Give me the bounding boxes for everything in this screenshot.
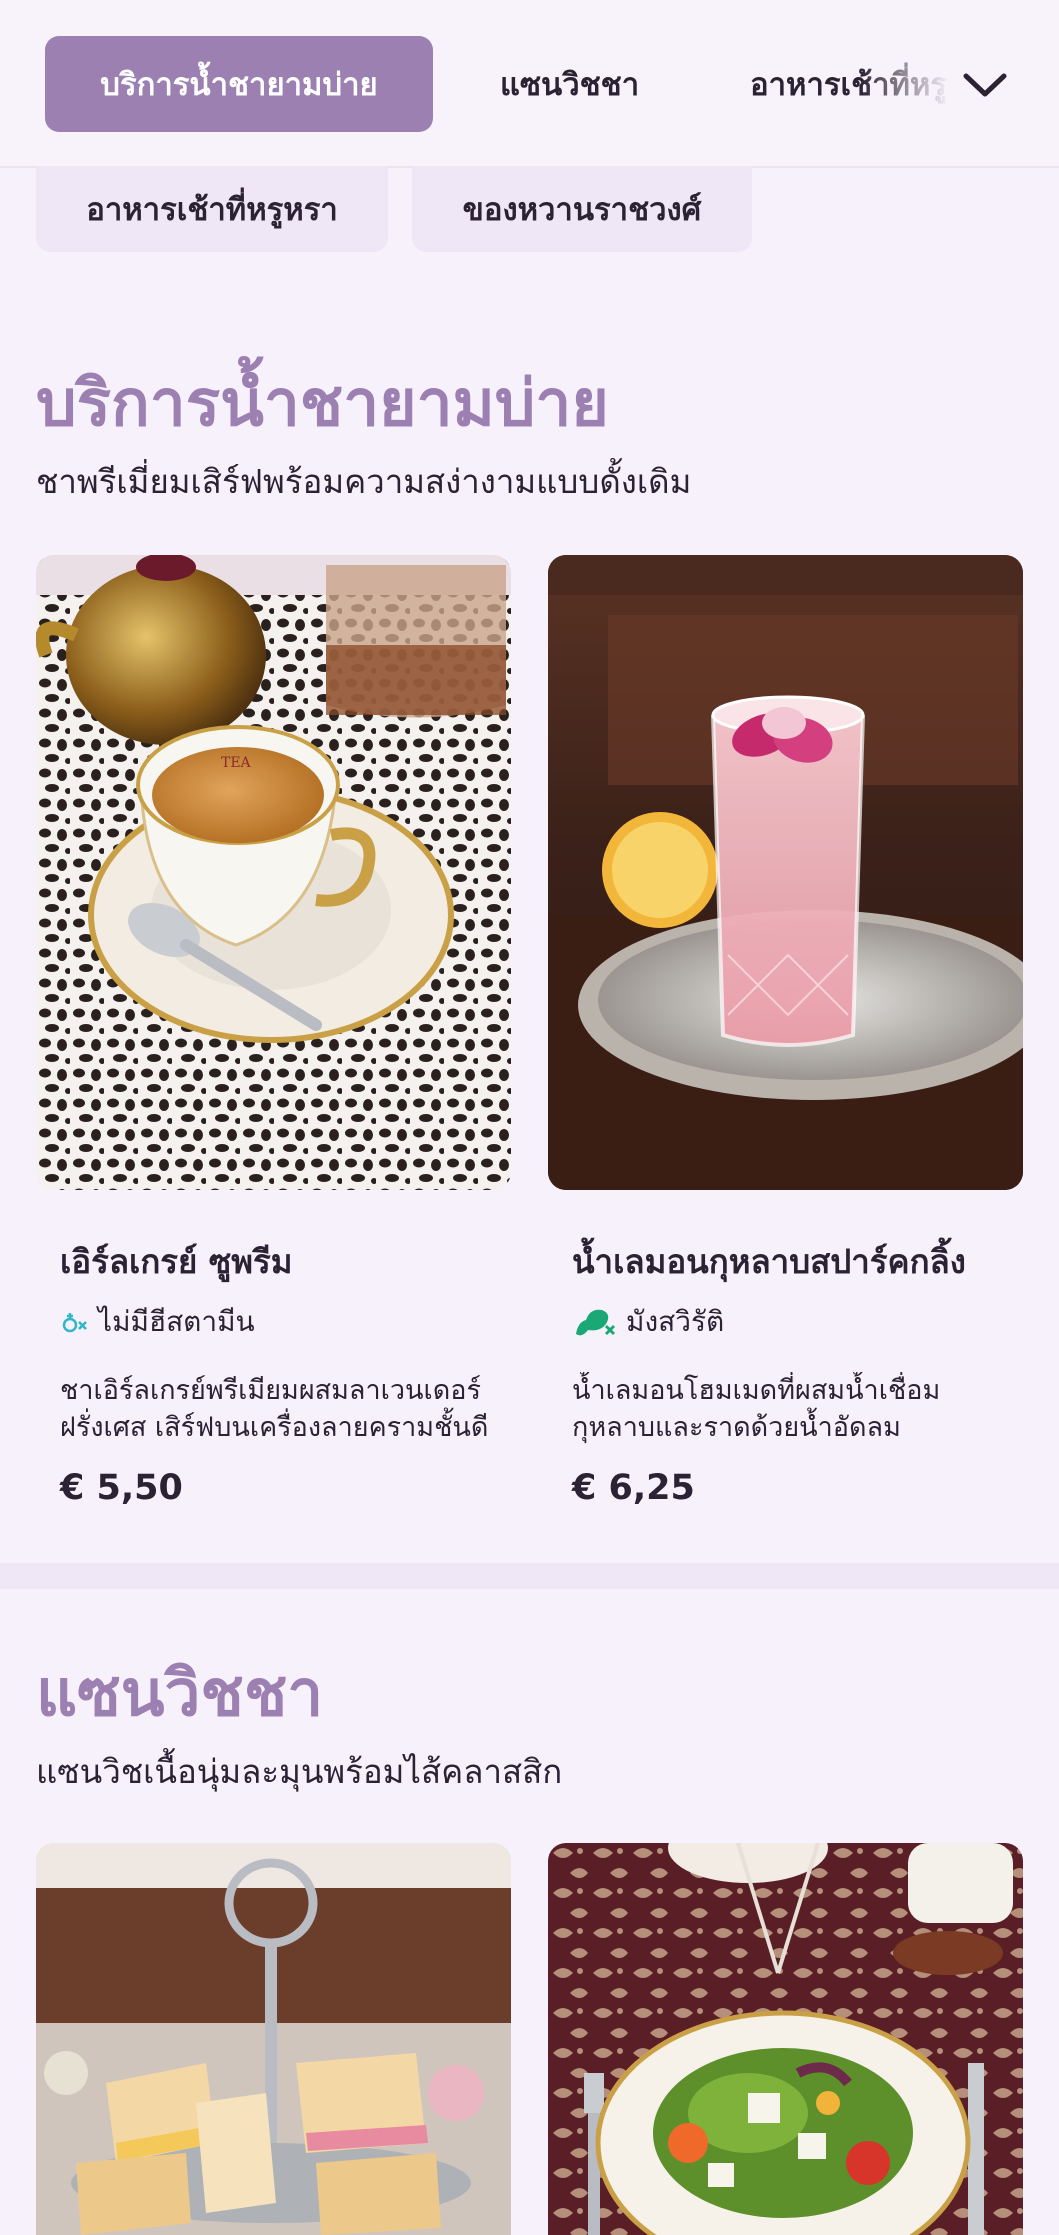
section-divider (0, 1563, 1059, 1589)
chevron-down-icon[interactable] (960, 60, 1010, 110)
section-subtitle: แซนวิชเนื้อนุ่มละมุนพร้อมไส้คลาสสิก (36, 1752, 563, 1791)
tab-afternoon-tea[interactable]: บริการน้ำชายามบ่าย (45, 36, 433, 132)
section-subtitle: ชาพรีเมี่ยมเสิร์ฟพร้อมความสง่างามแบบดั้ง… (36, 462, 692, 501)
no-histamine-icon (60, 1308, 88, 1336)
item-price: € 6,25 (572, 1468, 695, 1508)
earl-grey-tea-image[interactable]: TEA (36, 555, 511, 1190)
section-title: แซนวิชชา (36, 1657, 324, 1731)
item-name: เอิร์ลเกรย์ ซูพรีม (60, 1242, 293, 1281)
rose-lemonade-image[interactable] (548, 555, 1023, 1190)
item-description: น้ำเลมอนโฮมเมดที่ผสมน้ำเชื่อมกุหลาบและรา… (572, 1375, 941, 1443)
item-tag: ไม่มีฮีสตามีน (60, 1300, 255, 1344)
tab-luxury-breakfast-label: อาหารเช้าที่หรูหรา (750, 67, 950, 103)
sandwich-stand-image[interactable] (36, 1843, 511, 2235)
item-name: น้ำเลมอนกุหลาบสปาร์คกลิ้ง (572, 1242, 966, 1281)
tab-luxury-breakfast[interactable]: อาหารเช้าที่หรูหรา (750, 36, 950, 132)
item-price: € 5,50 (60, 1468, 183, 1508)
tab-tea-sandwiches[interactable]: แซนวิชชา (500, 36, 639, 132)
section-title: บริการน้ำชายามบ่าย (36, 367, 609, 441)
chip-royal-desserts[interactable]: ของหวานราชวงศ์ (412, 166, 752, 252)
svg-text:TEA: TEA (221, 755, 252, 771)
item-tag-label: ไม่มีฮีสตามีน (98, 1305, 255, 1338)
item-tag-label: มังสวิรัติ (626, 1305, 725, 1338)
category-nav: บริการน้ำชายามบ่าย แซนวิชชา อาหารเช้าที่… (0, 0, 1059, 168)
salad-image[interactable] (548, 1843, 1023, 2235)
item-tag: มังสวิรัติ (572, 1300, 724, 1344)
chip-luxury-breakfast[interactable]: อาหารเช้าที่หรูหรา (36, 166, 388, 252)
no-meat-icon (572, 1304, 616, 1340)
item-description: ชาเอิร์ลเกรย์พรีเมียมผสมลาเวนเดอร์ฝรั่งเ… (60, 1375, 489, 1443)
